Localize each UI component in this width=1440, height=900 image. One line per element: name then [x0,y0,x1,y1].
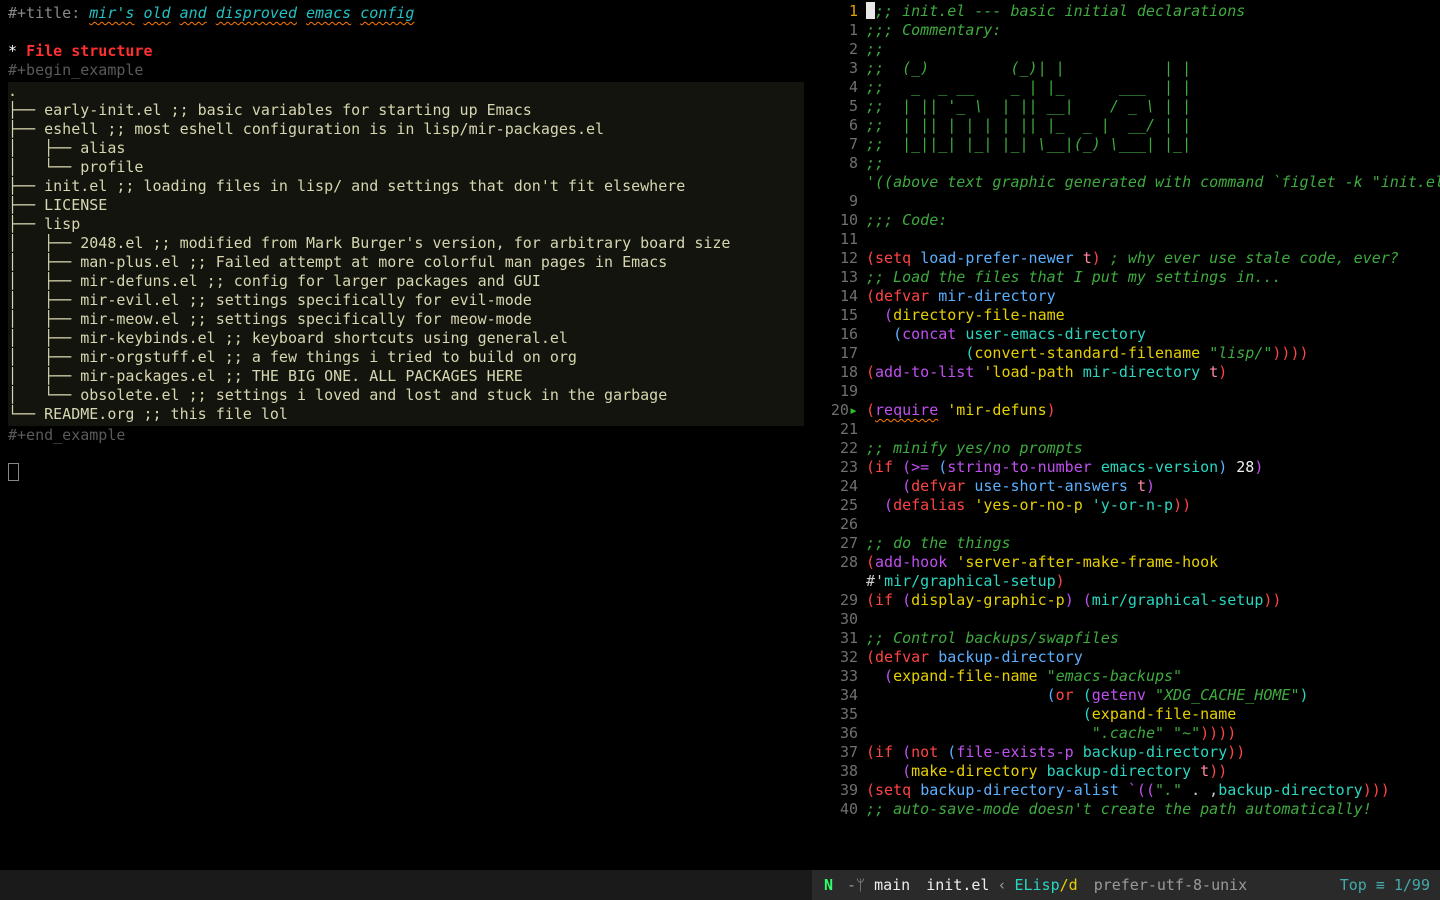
cursor-left [8,463,19,481]
left-pane[interactable]: #+title: mir's old and disproved emacs c… [0,0,812,870]
code-line[interactable]: 32(defvar backup-directory [812,648,1440,667]
code-line[interactable]: 18(add-to-list 'load-path mir-directory … [812,363,1440,382]
code-line[interactable]: 31;; Control backups/swapfiles [812,629,1440,648]
code-buffer[interactable]: 1;; init.el --- basic initial declaratio… [812,2,1440,819]
buffer-name: init.el [918,876,997,895]
code-line[interactable]: 36 ".cache" "~")))) [812,724,1440,743]
code-line[interactable]: 3;; (_) (_)| | | | [812,59,1440,78]
code-line[interactable]: 35 (expand-file-name [812,705,1440,724]
evil-state: N [818,876,839,895]
code-line[interactable]: 28(add-hook 'server-after-make-frame-hoo… [812,553,1440,572]
code-line[interactable]: 12(setq load-prefer-newer t) ; why ever … [812,249,1440,268]
begin-example: #+begin_example [8,61,804,80]
code-line[interactable]: 39(setq backup-directory-alist `(("." . … [812,781,1440,800]
cursor [866,2,875,19]
code-line[interactable]: 19 [812,382,1440,401]
code-line[interactable]: 24 (defvar use-short-answers t) [812,477,1440,496]
end-example: #+end_example [8,426,804,445]
modeline-left [0,870,812,900]
code-line[interactable]: 40;; auto-save-mode doesn't create the p… [812,800,1440,819]
code-line[interactable]: 37(if (not (file-exists-p backup-directo… [812,743,1440,762]
code-line[interactable]: 4;; _ _ __ _ | |_ ___ | | [812,78,1440,97]
code-line[interactable]: 10;;; Code: [812,211,1440,230]
modeline: N -ᛘ main init.el ‹ ELisp/d prefer-utf-8… [0,870,1440,900]
code-line[interactable]: 2;; [812,40,1440,59]
code-line[interactable]: 23(if (>= (string-to-number emacs-versio… [812,458,1440,477]
code-line[interactable]: 21 [812,420,1440,439]
encoding: prefer-utf-8-unix [1086,876,1256,895]
code-line[interactable]: 1;; init.el --- basic initial declaratio… [812,2,1440,21]
code-line[interactable]: 29(if (display-graphic-p) (mir/graphical… [812,591,1440,610]
right-pane[interactable]: 1;; init.el --- basic initial declaratio… [812,0,1440,870]
code-line[interactable]: 14(defvar mir-directory [812,287,1440,306]
code-line[interactable]: 17 (convert-standard-filename "lisp/")))… [812,344,1440,363]
major-mode: ELisp/d [1006,876,1085,895]
code-line[interactable]: 11 [812,230,1440,249]
section-heading: * File structure [8,42,804,61]
code-line[interactable]: 34 (or (getenv "XDG_CACHE_HOME") [812,686,1440,705]
modeline-right: N -ᛘ main init.el ‹ ELisp/d prefer-utf-8… [812,870,1440,900]
code-line[interactable]: 7;; |_||_| |_| |_| \__|(_) \___| |_| [812,135,1440,154]
title-keyword: #+title: [8,4,80,22]
code-line[interactable]: 13;; Load the files that I put my settin… [812,268,1440,287]
code-line[interactable]: 9 [812,192,1440,211]
file-tree: . ├── early-init.el ;; basic variables f… [8,82,804,426]
code-line[interactable]: 27;; do the things [812,534,1440,553]
code-line[interactable]: 15 (directory-file-name [812,306,1440,325]
code-line[interactable]: 22;; minify yes/no prompts [812,439,1440,458]
code-line[interactable]: 8;; [812,154,1440,173]
org-title-line: #+title: mir's old and disproved emacs c… [8,4,804,23]
position: Top ≡ 1/99 [1340,876,1440,895]
code-line[interactable]: 5;; | || '_ \ | || __| / _ \ | | [812,97,1440,116]
code-line[interactable]: 33 (expand-file-name "emacs-backups" [812,667,1440,686]
code-line[interactable]: 20▸(require 'mir-defuns) [812,401,1440,420]
code-line[interactable]: 38 (make-directory backup-directory t)) [812,762,1440,781]
code-line[interactable]: 16 (concat user-emacs-directory [812,325,1440,344]
code-line[interactable]: 6;; | || | | | | || |_ _ | __/ | | [812,116,1440,135]
code-line[interactable]: 30 [812,610,1440,629]
code-line[interactable]: 26 [812,515,1440,534]
code-line[interactable]: 1;;; Commentary: [812,21,1440,40]
code-line[interactable]: 25 (defalias 'yes-or-no-p 'y-or-n-p)) [812,496,1440,515]
vc-branch: -ᛘ main [839,876,918,895]
